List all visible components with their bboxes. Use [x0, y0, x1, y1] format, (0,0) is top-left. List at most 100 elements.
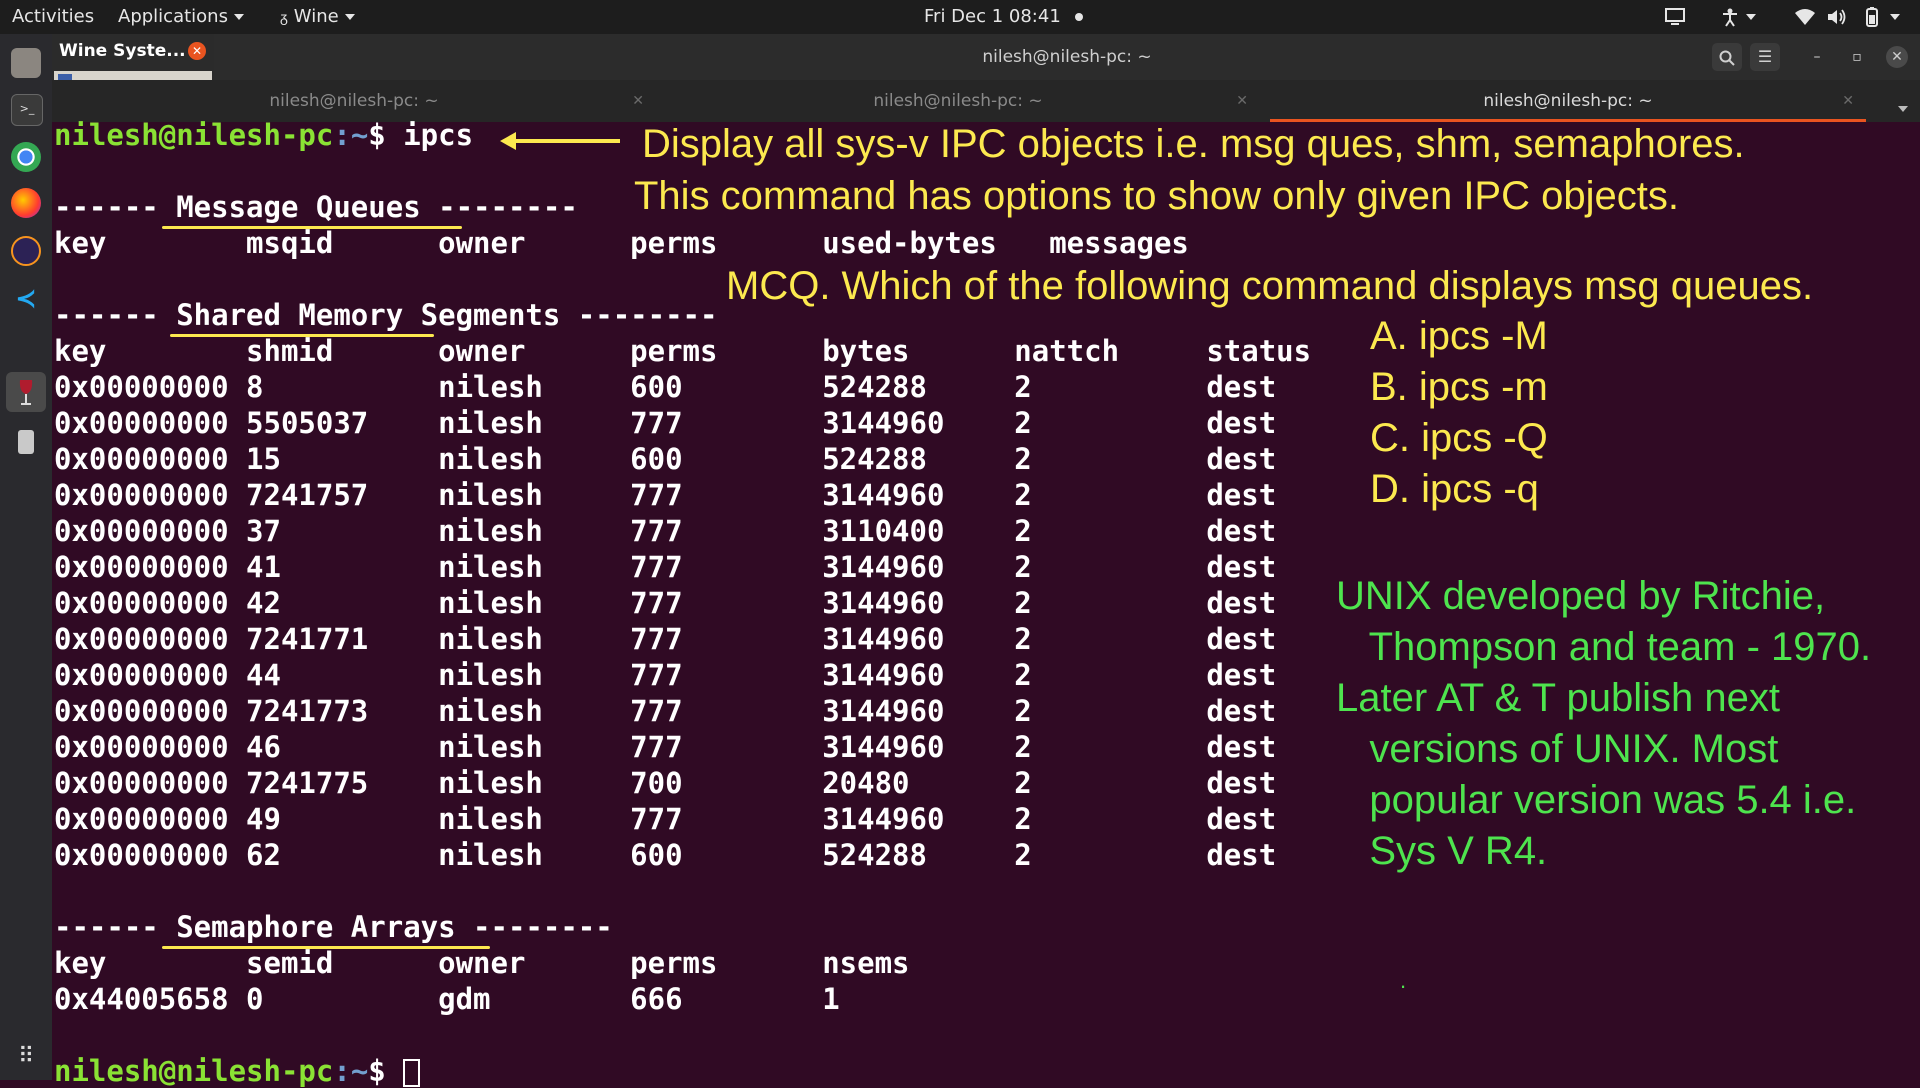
tab-1[interactable]: nilesh@nilesh-pc: ~ ✕ [52, 80, 656, 122]
table-row: 0x00000000 7241757 nilesh 777 3144960 2 … [54, 478, 1277, 512]
table-row: 0x44005658 0 gdm 666 1 [54, 982, 840, 1016]
mcq-option-b: B. ipcs -m [1370, 365, 1548, 409]
firefox-icon[interactable] [11, 188, 41, 218]
activities-button[interactable]: Activities [12, 0, 94, 34]
notification-dot-icon [1074, 13, 1083, 21]
chevron-down-icon [1898, 105, 1908, 112]
eclipse-icon[interactable] [11, 236, 41, 266]
history-line-4: versions of UNIX. Most [1336, 727, 1779, 771]
cursor [403, 1059, 421, 1087]
table-row: 0x00000000 41 nilesh 777 3144960 2 dest [54, 550, 1277, 584]
close-icon[interactable]: ✕ [188, 42, 206, 60]
history-line-6: Sys V R4. [1336, 829, 1548, 873]
table-row: 0x00000000 46 nilesh 777 3144960 2 dest [54, 730, 1277, 764]
table-row: 0x00000000 49 nilesh 777 3144960 2 dest [54, 802, 1277, 836]
annotation-line-1: Display all sys-v IPC objects i.e. msg q… [642, 122, 1745, 166]
hamburger-menu-icon[interactable]: ☰ [1750, 43, 1780, 71]
window-title: nilesh@nilesh-pc: ~ [982, 47, 1152, 67]
close-icon[interactable]: ✕ [1842, 80, 1854, 122]
volume-icon[interactable] [1826, 0, 1848, 34]
drive-icon[interactable] [18, 430, 34, 454]
prompt-line: nilesh@nilesh-pc:~$ ipcs [54, 118, 473, 152]
tab-3[interactable]: nilesh@nilesh-pc: ~ ✕ [1270, 80, 1866, 122]
chevron-down-icon [344, 14, 355, 20]
prompt-path: :~ [333, 118, 369, 152]
wine-small-icon: ᵹ [280, 10, 288, 26]
app-grid-icon[interactable]: ⠿ [11, 1042, 41, 1072]
underline-semaphore-arrays [162, 946, 490, 949]
display-icon[interactable] [1664, 0, 1686, 34]
terminal-icon[interactable]: >_ [11, 94, 43, 126]
wine-label: Wine [293, 6, 339, 27]
applications-menu[interactable]: Applications [118, 0, 244, 34]
mcq-option-a: A. ipcs -M [1370, 314, 1548, 358]
mcq-question: MCQ. Which of the following command disp… [726, 264, 1814, 308]
files-icon[interactable] [11, 48, 41, 78]
table-row: 0x00000000 44 nilesh 777 3144960 2 dest [54, 658, 1277, 692]
shared-memory-header: ------ Shared Memory Segments -------- [54, 298, 718, 332]
maximize-icon[interactable]: ▫ [1846, 46, 1868, 68]
tab-menu-button[interactable] [1892, 98, 1908, 117]
history-line-5: popular version was 5.4 i.e. [1336, 778, 1857, 822]
history-line-1: UNIX developed by Ritchie, [1336, 574, 1826, 618]
annotation-dot: . [1400, 968, 1407, 993]
table-row: 0x00000000 7241773 nilesh 777 3144960 2 … [54, 694, 1277, 728]
message-queues-columns: key msqid owner perms used-bytes message… [54, 226, 1189, 260]
tab-bar: nilesh@nilesh-pc: ~ ✕ nilesh@nilesh-pc: … [52, 80, 1920, 123]
history-line-2: Thompson and team - 1970. [1336, 625, 1872, 669]
arrow-left-icon [500, 132, 620, 150]
table-row: 0x00000000 37 nilesh 777 3110400 2 dest [54, 514, 1277, 548]
prompt-path: :~ [333, 1054, 369, 1088]
table-row: 0x00000000 62 nilesh 600 524288 2 dest [54, 838, 1277, 872]
prompt-user: nilesh@nilesh-pc [54, 118, 334, 152]
search-icon[interactable] [1712, 43, 1742, 71]
battery-icon[interactable] [1860, 0, 1900, 34]
underline-message-queues [162, 226, 462, 229]
history-line-3: Later AT & T publish next [1336, 676, 1780, 720]
close-icon[interactable]: ✕ [1886, 46, 1908, 68]
applications-label: Applications [118, 6, 228, 27]
mcq-option-c: C. ipcs -Q [1370, 416, 1548, 460]
message-queues-header: ------ Message Queues -------- [54, 190, 578, 224]
accessibility-icon[interactable] [1720, 0, 1756, 34]
table-row: 0x00000000 7241771 nilesh 777 3144960 2 … [54, 622, 1277, 656]
annotation-line-2: This command has options to show only gi… [634, 174, 1679, 218]
table-row: 0x00000000 7241775 nilesh 700 20480 2 de… [54, 766, 1277, 800]
tab-2[interactable]: nilesh@nilesh-pc: ~ ✕ [656, 80, 1260, 122]
semaphore-arrays-columns: key semid owner perms nsems [54, 946, 910, 980]
wine-popup-title: Wine Syste... [59, 41, 186, 61]
wine-menu[interactable]: ᵹ Wine [280, 0, 355, 34]
prompt-dollar: $ [368, 1054, 404, 1088]
command-text: ipcs [403, 118, 474, 152]
vscode-icon[interactable]: ≺ [11, 284, 41, 314]
chevron-down-icon [1746, 14, 1756, 20]
minimize-icon[interactable]: – [1806, 46, 1828, 68]
table-row: 0x00000000 8 nilesh 600 524288 2 dest [54, 370, 1277, 404]
prompt-line: nilesh@nilesh-pc:~$ [54, 1054, 421, 1088]
chevron-down-icon [1890, 14, 1900, 20]
top-bar: Activities Applications ᵹ Wine Fri Dec 1 … [0, 0, 1920, 34]
prompt-user: nilesh@nilesh-pc [54, 1054, 334, 1088]
tab-label: nilesh@nilesh-pc: ~ [1483, 91, 1653, 111]
tab-label: nilesh@nilesh-pc: ~ [269, 91, 439, 111]
semaphore-arrays-header: ------ Semaphore Arrays -------- [54, 910, 613, 944]
table-row: 0x00000000 15 nilesh 600 524288 2 dest [54, 442, 1277, 476]
prompt-dollar: $ [368, 118, 404, 152]
tab-label: nilesh@nilesh-pc: ~ [873, 91, 1043, 111]
mcq-option-d: D. ipcs -q [1370, 467, 1539, 511]
shared-memory-columns: key shmid owner perms bytes nattch statu… [54, 334, 1312, 368]
chevron-down-icon [233, 14, 244, 20]
close-icon[interactable]: ✕ [1236, 80, 1248, 122]
underline-shared-memory [170, 334, 434, 337]
datetime: Fri Dec 1 08:41 [924, 6, 1061, 27]
chrome-icon[interactable] [11, 142, 41, 172]
close-icon[interactable]: ✕ [632, 80, 644, 122]
table-row: 0x00000000 5505037 nilesh 777 3144960 2 … [54, 406, 1277, 440]
wine-icon[interactable] [6, 372, 46, 412]
terminal-output[interactable]: nilesh@nilesh-pc:~$ ipcs ------ Message … [52, 118, 1920, 1088]
dock: >_ ≺ ⠿ [0, 34, 52, 1080]
table-row: 0x00000000 42 nilesh 777 3144960 2 dest [54, 586, 1277, 620]
wifi-icon[interactable] [1794, 0, 1816, 34]
window-titlebar[interactable]: nilesh@nilesh-pc: ~ ☰ – ▫ ✕ [214, 34, 1920, 80]
clock[interactable]: Fri Dec 1 08:41 [924, 0, 1083, 34]
